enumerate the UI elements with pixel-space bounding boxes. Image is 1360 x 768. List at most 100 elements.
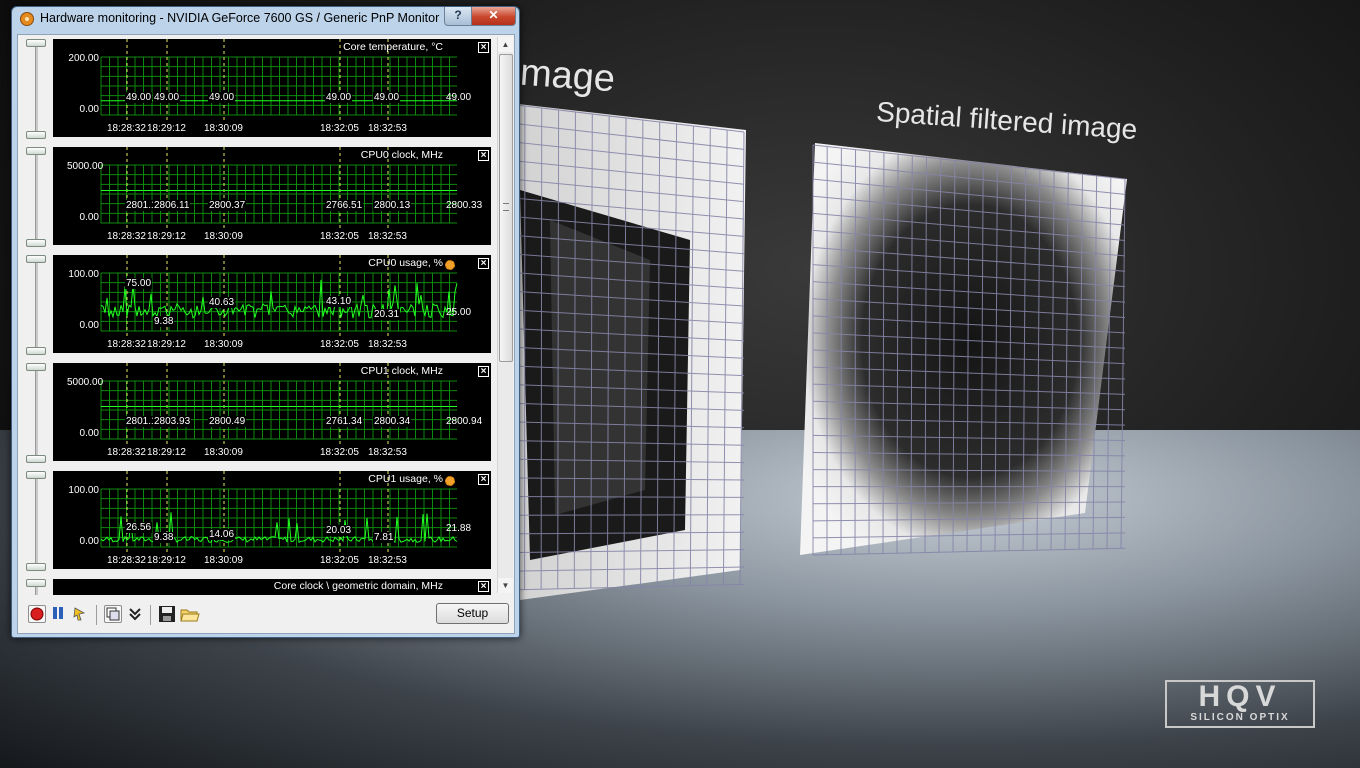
scroll-up-arrow-icon[interactable]: ▲ [498, 37, 513, 52]
y-axis-min-label: 0.00 [79, 428, 99, 439]
value-marker-label: 20.03 [325, 525, 353, 537]
current-value-label: 2800.33 [446, 200, 483, 211]
slider-min-handle[interactable] [26, 131, 46, 139]
y-axis-max-label: 5000.00 [67, 161, 104, 172]
slider-max-handle[interactable] [26, 579, 46, 587]
value-marker-label: 2800.13 [373, 200, 412, 211]
marker-icon[interactable] [72, 605, 90, 623]
time-label: 18:32:05 [320, 447, 359, 458]
time-label: 18:29:12 [147, 123, 186, 134]
time-label: 18:28:32 [107, 339, 146, 350]
graph-panel[interactable]: CPU1 clock, MHz × 5000.00 0.00 2800.94 18:28:… [53, 363, 491, 461]
time-label: 18:32:53 [368, 123, 407, 134]
value-marker-label: 2800.37 [208, 200, 247, 211]
original-image-grid [500, 102, 746, 600]
graph-close-icon[interactable]: × [478, 42, 489, 53]
value-marker-label: 75.00 [125, 277, 153, 289]
time-label: 18:32:53 [368, 231, 407, 242]
y-axis-max-label: 200.00 [68, 53, 99, 64]
graph-range-slider[interactable] [26, 471, 46, 571]
slider-max-handle[interactable] [26, 363, 46, 371]
value-marker-label: 49.00 [373, 92, 401, 103]
collapse-icon[interactable] [126, 605, 144, 623]
time-label: 18:29:12 [147, 555, 186, 566]
graph-close-icon[interactable]: × [478, 150, 489, 161]
graph-range-slider[interactable] [26, 579, 46, 595]
record-icon[interactable] [28, 605, 46, 623]
slider-max-handle[interactable] [26, 39, 46, 47]
graph-range-slider[interactable] [26, 363, 46, 463]
slider-max-handle[interactable] [26, 255, 46, 263]
slider-max-handle[interactable] [26, 471, 46, 479]
time-label: 18:32:05 [320, 123, 359, 134]
value-marker-label: 49.00 [208, 92, 236, 103]
scrollbar-thumb[interactable] [499, 54, 513, 362]
close-button[interactable]: ✕ [471, 7, 516, 26]
time-label: 18:28:32 [107, 555, 146, 566]
current-value-label: 25.00 [446, 307, 472, 318]
graph-panel[interactable]: Core temperature, °C × 200.00 0.00 49.00 18:2… [53, 39, 491, 137]
graph-row-partial: Core clock \ geometric domain, MHz × [18, 575, 496, 595]
y-axis-min-label: 0.00 [79, 212, 99, 223]
graph-range-slider[interactable] [26, 39, 46, 139]
graph-range-slider[interactable] [26, 147, 46, 247]
save-icon[interactable] [158, 605, 176, 623]
time-label: 18:29:12 [147, 339, 186, 350]
app-gear-icon [20, 12, 34, 26]
slider-track [35, 255, 38, 355]
slider-max-handle[interactable] [26, 147, 46, 155]
time-label: 18:29:12 [147, 231, 186, 242]
time-label: 18:32:05 [320, 555, 359, 566]
background-title-left: mage [518, 51, 617, 101]
slider-min-handle[interactable] [26, 563, 46, 571]
slider-min-handle[interactable] [26, 347, 46, 355]
graph-range-slider[interactable] [26, 255, 46, 355]
vertical-scrollbar[interactable]: ▲ ▼ [497, 37, 513, 593]
value-marker-label: 2766.51 [325, 200, 364, 211]
slider-track [35, 471, 38, 571]
graph-close-icon[interactable]: × [478, 258, 489, 269]
graph-settings-gear-icon[interactable] [445, 476, 455, 486]
time-label: 18:32:53 [368, 555, 407, 566]
time-label: 18:30:09 [204, 123, 243, 134]
time-label: 18:28:32 [107, 447, 146, 458]
value-marker-label: 43.10 [325, 296, 353, 307]
scroll-down-arrow-icon[interactable]: ▼ [498, 578, 513, 593]
graph-panel[interactable]: CPU0 clock, MHz × 5000.00 0.00 2800.33 18:28:… [53, 147, 491, 245]
current-value-label: 49.00 [446, 92, 472, 103]
hardware-monitoring-window[interactable]: Hardware monitoring - NVIDIA GeForce 760… [11, 6, 520, 638]
graph-close-icon[interactable]: × [478, 366, 489, 377]
time-label: 18:30:09 [204, 339, 243, 350]
value-marker-label: 49.00 [325, 92, 353, 103]
setup-button[interactable]: Setup [436, 603, 509, 624]
graph-close-icon[interactable]: × [478, 581, 489, 592]
copy-icon[interactable] [104, 605, 122, 623]
window-title: Hardware monitoring - NVIDIA GeForce 760… [40, 11, 440, 25]
graph-title: CPU0 usage, % [368, 257, 443, 269]
value-marker-label: 9.38 [153, 531, 175, 543]
graph-list[interactable]: Core temperature, °C × 200.00 0.00 49.00 18:2… [18, 35, 496, 595]
graph-row: CPU1 usage, % × 100.00 0.00 21.88 18:28:32 18:… [18, 467, 496, 575]
time-label: 18:28:32 [107, 231, 146, 242]
graph-panel[interactable]: CPU0 usage, % × 100.00 0.00 25.00 18:28:32 18:… [53, 255, 491, 353]
help-button[interactable]: ? [444, 7, 472, 26]
hqv-logo: HQV SILICON OPTIX [1165, 680, 1315, 728]
value-marker-label: 7.81 [373, 532, 395, 544]
pause-icon[interactable] [50, 605, 68, 623]
slider-track [35, 39, 38, 139]
slider-min-handle[interactable] [26, 239, 46, 247]
value-marker-label: 2761.34 [325, 416, 364, 427]
slider-track [35, 147, 38, 247]
bottom-toolbar: Setup [18, 597, 514, 633]
value-marker-label: 9.38 [153, 315, 175, 327]
value-marker-label: 40.63 [208, 297, 236, 309]
graph-title: CPU0 clock, MHz [360, 149, 443, 161]
graph-settings-gear-icon[interactable] [445, 260, 455, 270]
graph-panel[interactable]: Core clock \ geometric domain, MHz × [53, 579, 491, 595]
title-bar[interactable]: Hardware monitoring - NVIDIA GeForce 760… [12, 7, 519, 33]
graph-panel[interactable]: CPU1 usage, % × 100.00 0.00 21.88 18:28:32 18:… [53, 471, 491, 569]
graph-close-icon[interactable]: × [478, 474, 489, 485]
open-folder-icon[interactable] [180, 605, 200, 623]
y-axis-min-label: 0.00 [79, 536, 99, 547]
slider-min-handle[interactable] [26, 455, 46, 463]
